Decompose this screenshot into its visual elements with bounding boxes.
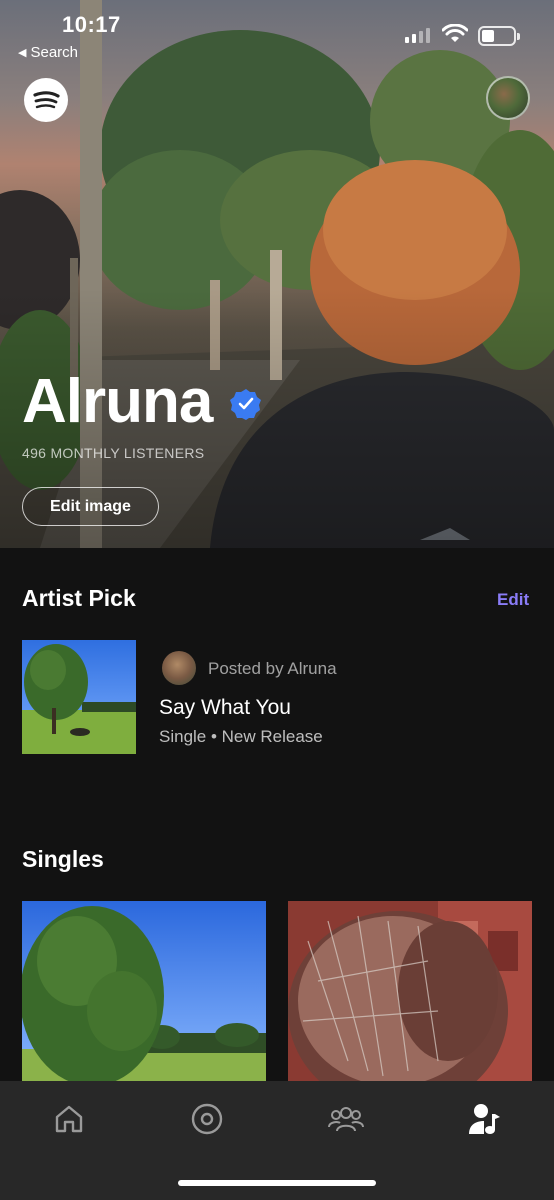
tab-radio[interactable]	[187, 1099, 227, 1139]
battery-icon	[478, 26, 520, 46]
verified-badge-icon	[230, 389, 261, 420]
poster-avatar	[162, 651, 196, 685]
spotify-logo-icon[interactable]	[24, 78, 68, 122]
monthly-listeners: 496 MONTHLY LISTENERS	[22, 445, 205, 461]
artist-pick-subtitle: Single • New Release	[159, 727, 323, 746]
home-icon	[55, 1105, 83, 1133]
artist-icon	[469, 1104, 500, 1134]
cellular-signal-icon	[405, 28, 430, 43]
edit-image-button[interactable]: Edit image	[22, 487, 159, 526]
status-time: 10:17	[62, 12, 121, 37]
home-indicator	[178, 1180, 376, 1186]
artist-pick-heading: Artist Pick	[22, 585, 136, 611]
single-cover-2[interactable]	[288, 901, 532, 1081]
posted-by-label: Posted by Alruna	[208, 659, 337, 678]
wifi-icon	[442, 24, 468, 42]
tab-audience[interactable]	[326, 1099, 366, 1139]
tab-home[interactable]	[49, 1099, 89, 1139]
back-arrow-icon: ◀	[18, 47, 27, 59]
artist-pick-title[interactable]: Say What You	[159, 696, 291, 720]
artist-pick-cover[interactable]	[22, 640, 136, 754]
audience-icon	[328, 1107, 364, 1132]
status-bar: 10:17 ◀ Search	[0, 0, 554, 61]
edit-artist-pick-button[interactable]: Edit	[497, 590, 529, 610]
singles-heading: Singles	[22, 846, 104, 872]
radio-icon	[191, 1103, 223, 1135]
tab-artist[interactable]	[464, 1099, 504, 1139]
back-to-search[interactable]: ◀ Search	[18, 44, 78, 61]
profile-avatar[interactable]	[486, 76, 530, 120]
single-cover-1[interactable]	[22, 901, 266, 1081]
artist-name: Alruna	[22, 367, 213, 436]
artist-header-image: 10:17 ◀ Search Alruna 496 MONTHLY LISTEN…	[0, 0, 554, 548]
back-search-label: Search	[30, 44, 78, 61]
